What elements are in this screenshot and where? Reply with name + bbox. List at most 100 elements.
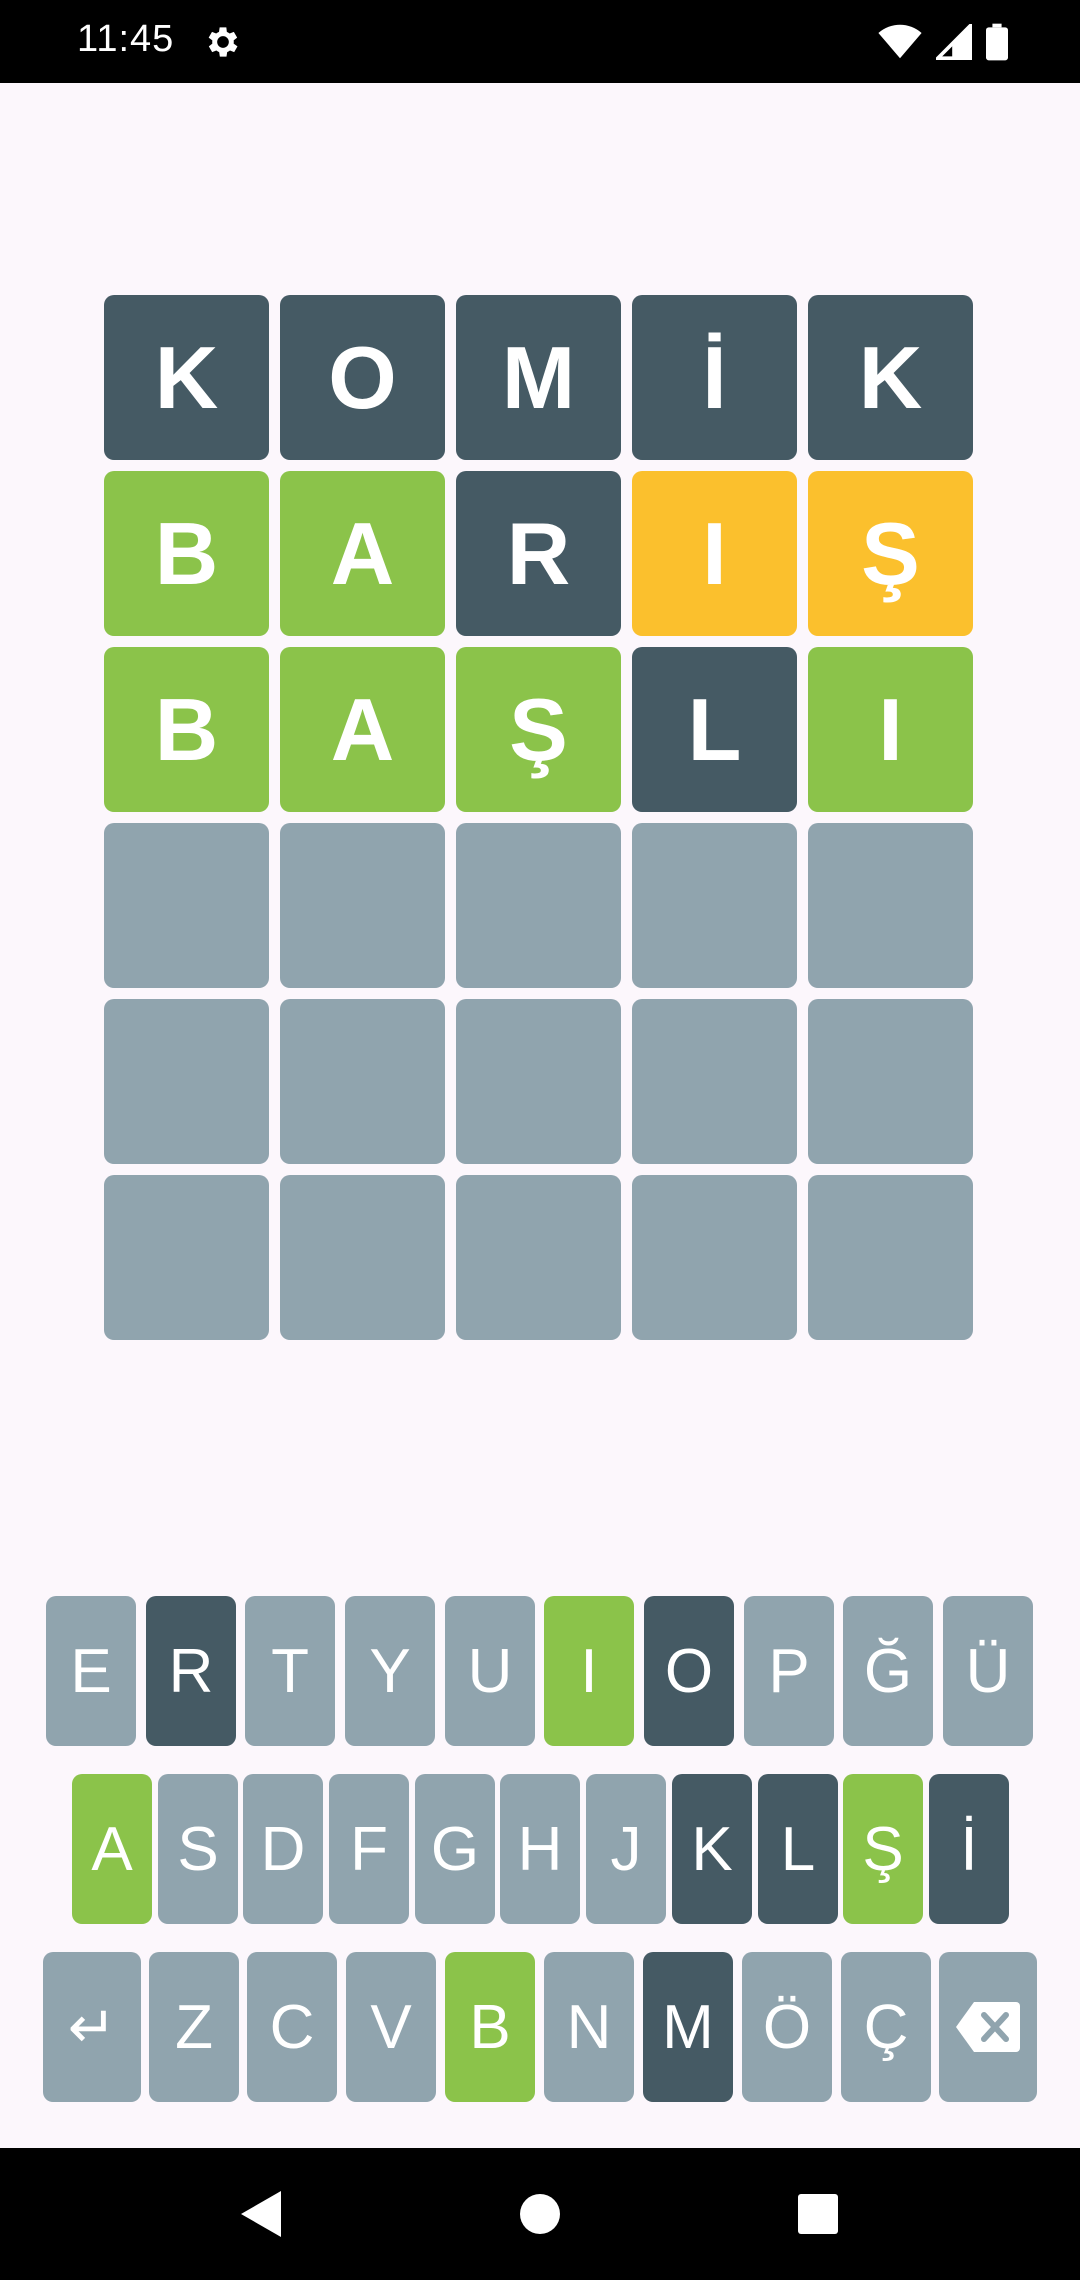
key-İ[interactable]: İ: [929, 1774, 1009, 1924]
key-label: S: [177, 1814, 219, 1884]
key-label: O: [664, 1636, 714, 1706]
home-button[interactable]: [514, 2188, 566, 2240]
status-time: 11:45: [77, 18, 175, 60]
back-icon: [241, 2191, 281, 2237]
key-Ç[interactable]: Ç: [841, 1952, 931, 2102]
key-N[interactable]: N: [544, 1952, 634, 2102]
key-O[interactable]: O: [644, 1596, 734, 1746]
key-P[interactable]: P: [744, 1596, 834, 1746]
key-F[interactable]: F: [329, 1774, 409, 1924]
board-tile: Ş: [456, 647, 621, 812]
board-tile: [280, 823, 445, 988]
key-label: D: [260, 1814, 306, 1884]
board-tile: [456, 1175, 621, 1340]
key-B[interactable]: B: [445, 1952, 535, 2102]
enter-key[interactable]: ↵: [43, 1952, 141, 2102]
recents-icon: [798, 2194, 838, 2234]
board-tile: [104, 999, 269, 1164]
board-tile: [280, 1175, 445, 1340]
key-label: K: [691, 1814, 733, 1884]
key-R[interactable]: R: [146, 1596, 236, 1746]
board-tile: [456, 999, 621, 1164]
board-tile: İ: [632, 295, 797, 460]
key-Z[interactable]: Z: [149, 1952, 239, 2102]
key-label: U: [467, 1636, 513, 1706]
key-label: G: [430, 1814, 480, 1884]
gear-icon: [208, 27, 238, 57]
board-tile: K: [808, 295, 973, 460]
key-Ğ[interactable]: Ğ: [843, 1596, 933, 1746]
board-tile: A: [280, 647, 445, 812]
keyboard-row: ↵ Z C V B N M Ö Ç: [0, 1952, 1080, 2102]
key-label: Ş: [862, 1814, 904, 1884]
board-tile: [808, 823, 973, 988]
board-tile: R: [456, 471, 621, 636]
board-tile: [632, 1175, 797, 1340]
home-icon: [520, 2194, 560, 2234]
key-A[interactable]: A: [72, 1774, 152, 1924]
key-Y[interactable]: Y: [345, 1596, 435, 1746]
signal-icon: [936, 24, 972, 60]
recents-button[interactable]: [792, 2188, 844, 2240]
key-label: C: [269, 1992, 315, 2062]
board-tile: L: [632, 647, 797, 812]
key-M[interactable]: M: [643, 1952, 733, 2102]
board-tile: Ş: [808, 471, 973, 636]
key-V[interactable]: V: [346, 1952, 436, 2102]
key-S[interactable]: S: [158, 1774, 238, 1924]
key-H[interactable]: H: [500, 1774, 580, 1924]
key-label: I: [580, 1636, 598, 1706]
key-Ü[interactable]: Ü: [943, 1596, 1033, 1746]
key-U[interactable]: U: [445, 1596, 535, 1746]
key-E[interactable]: E: [46, 1596, 136, 1746]
status-bar: 11:45: [0, 0, 1080, 83]
key-label: İ: [960, 1814, 978, 1884]
board-tile: M: [456, 295, 621, 460]
key-L[interactable]: L: [758, 1774, 838, 1924]
key-label: V: [370, 1992, 412, 2062]
key-label: M: [662, 1992, 714, 2062]
keyboard-row: ERTYUIOPĞÜ: [0, 1596, 1080, 1746]
board-tile: [104, 823, 269, 988]
board-tile: [104, 1175, 269, 1340]
key-label: T: [271, 1636, 309, 1706]
board-tile: [280, 999, 445, 1164]
key-label: Z: [175, 1992, 213, 2062]
key-G[interactable]: G: [415, 1774, 495, 1924]
board-tile: [808, 1175, 973, 1340]
board-tile: K: [104, 295, 269, 460]
game-board: KOMİKBARIŞBAŞLI: [104, 295, 973, 1340]
key-Ö[interactable]: Ö: [742, 1952, 832, 2102]
key-I[interactable]: I: [544, 1596, 634, 1746]
key-label: Ğ: [863, 1636, 913, 1706]
key-label: Ü: [965, 1636, 1011, 1706]
backspace-icon: [956, 2002, 1020, 2052]
keyboard-row: ASDFGHJKLŞİ: [0, 1774, 1080, 1924]
board-tile: [456, 823, 621, 988]
key-label: P: [768, 1636, 810, 1706]
key-Ş[interactable]: Ş: [843, 1774, 923, 1924]
key-D[interactable]: D: [243, 1774, 323, 1924]
board-tile: I: [632, 471, 797, 636]
board-tile: O: [280, 295, 445, 460]
key-label: Ç: [863, 1992, 909, 2062]
navigation-bar: [0, 2148, 1080, 2280]
key-label: A: [91, 1814, 133, 1884]
backspace-key[interactable]: [939, 1952, 1037, 2102]
board-tile: [632, 823, 797, 988]
wifi-icon: [878, 24, 922, 59]
key-label: H: [517, 1814, 563, 1884]
key-label: Y: [369, 1636, 411, 1706]
board-tile: A: [280, 471, 445, 636]
key-C[interactable]: C: [247, 1952, 337, 2102]
key-label: J: [610, 1814, 642, 1884]
key-T[interactable]: T: [245, 1596, 335, 1746]
back-button[interactable]: [234, 2188, 286, 2240]
key-label: N: [566, 1992, 612, 2062]
key-label: F: [350, 1814, 388, 1884]
key-J[interactable]: J: [586, 1774, 666, 1924]
board-tile: I: [808, 647, 973, 812]
board-tile: [808, 999, 973, 1164]
key-K[interactable]: K: [672, 1774, 752, 1924]
board-tile: B: [104, 647, 269, 812]
